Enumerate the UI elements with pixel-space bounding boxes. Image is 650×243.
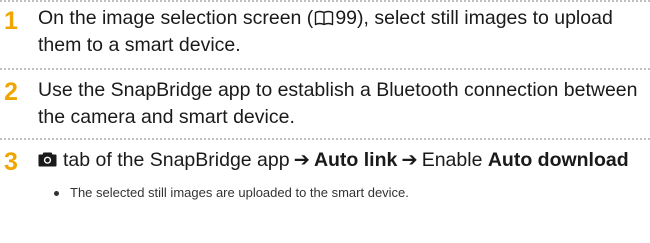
bullet-icon	[54, 191, 59, 196]
step-text: tab of the SnapBridge app ➔ Auto link ➔ Enab…	[38, 147, 642, 174]
steps-list: 1 On the image selection screen (99), se…	[0, 0, 650, 243]
step-divider	[0, 0, 650, 2]
step-number: 3	[4, 148, 18, 176]
step-2: 2 Use the SnapBridge app to establish a …	[0, 68, 650, 138]
page-reference[interactable]: 99	[335, 7, 357, 29]
arrow-right-icon: ➔	[293, 149, 310, 171]
note-text: The selected still images are uploaded t…	[70, 185, 409, 200]
step-text-before-ref: On the image selection screen (	[38, 7, 314, 29]
enable-text: Enable	[421, 149, 483, 171]
step-3: 3 tab of the SnapBridge app ➔ Auto link ➔ En…	[0, 138, 650, 243]
book-icon	[315, 10, 334, 26]
step-number: 2	[4, 78, 18, 106]
camera-icon	[38, 152, 57, 167]
arrow-right-icon: ➔	[401, 149, 418, 171]
option-auto-download: Auto download	[487, 149, 629, 171]
step-note: The selected still images are uploaded t…	[38, 184, 642, 202]
menu-item-auto-link: Auto link	[313, 149, 398, 171]
step-number: 1	[4, 7, 18, 35]
step-divider	[0, 138, 650, 140]
step-text: On the image selection screen (99), sele…	[38, 5, 642, 59]
tab-text: tab of the SnapBridge app	[63, 149, 290, 171]
step-divider	[0, 68, 650, 70]
step-text: Use the SnapBridge app to establish a Bl…	[38, 79, 638, 128]
step-1: 1 On the image selection screen (99), se…	[0, 0, 650, 68]
